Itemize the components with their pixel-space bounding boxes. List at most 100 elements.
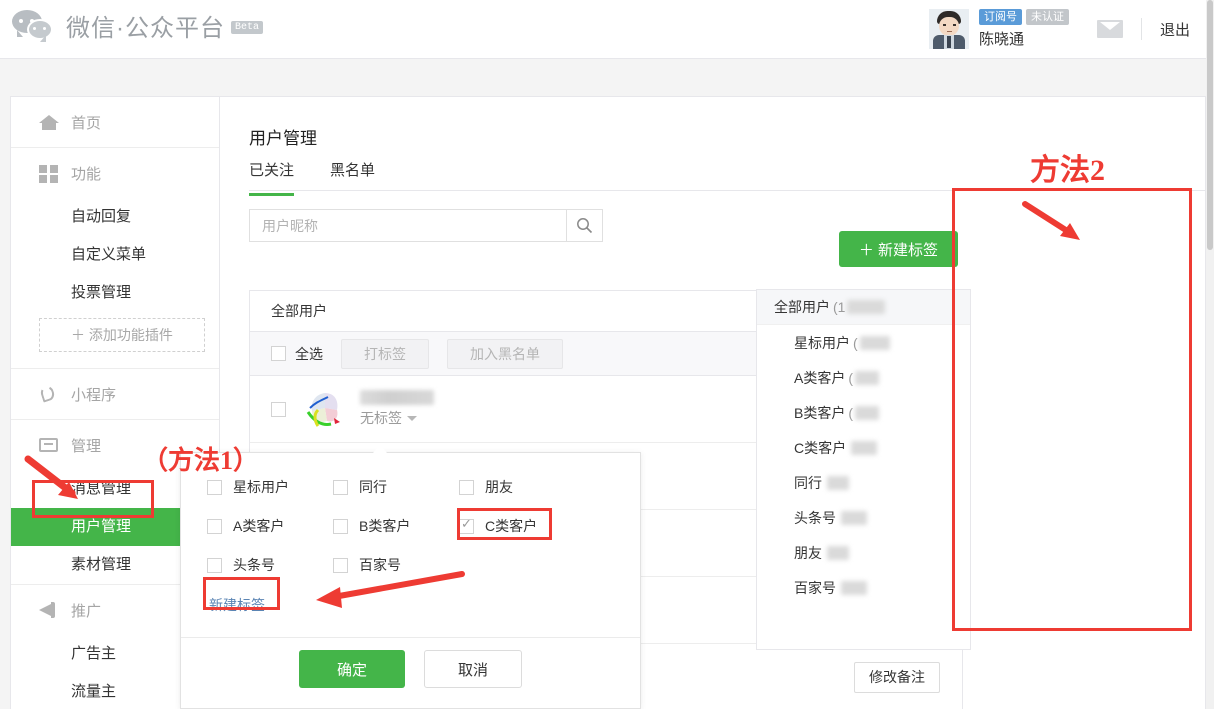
tag-list-label: A类客户	[794, 369, 846, 386]
tag-list-count	[839, 510, 867, 525]
row-username-redacted	[360, 390, 434, 405]
tag-checkbox-star-user[interactable]: 星标用户	[207, 477, 333, 497]
checkbox[interactable]	[333, 479, 348, 495]
add-blacklist-button[interactable]: 加入黑名单	[447, 338, 563, 369]
tag-checkbox-c-customer[interactable]: C类客户	[459, 516, 585, 536]
new-tag-button[interactable]: ＋ 新建标签	[838, 231, 958, 267]
tab-underline	[249, 190, 1205, 191]
count-redacted	[827, 545, 849, 560]
search-button[interactable]	[566, 210, 602, 241]
tag-list-count: (	[853, 335, 890, 351]
checkbox[interactable]	[207, 479, 222, 495]
search-box	[249, 209, 603, 242]
tag-list-item[interactable]: C类客户	[757, 430, 970, 465]
checkbox[interactable]	[207, 518, 222, 534]
checkbox[interactable]	[333, 557, 348, 573]
verify-status-badge: 未认证	[1025, 9, 1069, 25]
tag-list-count: (	[848, 370, 880, 386]
cancel-button[interactable]: 取消	[424, 650, 522, 688]
row-user-info: 无标签	[360, 390, 434, 428]
tag-checkbox-label: B类客户	[359, 518, 411, 534]
count-redacted	[851, 440, 878, 455]
tag-checkbox-label: A类客户	[233, 518, 285, 534]
megaphone-icon	[39, 600, 59, 620]
tag-list-item[interactable]: 星标用户 (	[757, 325, 970, 360]
tag-checkbox-label: 同行	[359, 479, 387, 495]
tag-list-item[interactable]: A类客户 (	[757, 360, 970, 395]
page-scrollbar[interactable]	[1206, 0, 1214, 709]
tag-list-item[interactable]: 朋友	[757, 535, 970, 570]
row-tag-dropdown[interactable]: 无标签	[360, 408, 434, 428]
tag-list-item[interactable]: 同行	[757, 465, 970, 500]
checkbox[interactable]	[333, 518, 348, 534]
tag-list-label: 星标用户	[794, 334, 850, 351]
sidebar-item-custom-menu[interactable]: 自定义菜单	[11, 236, 219, 274]
checkbox[interactable]	[459, 516, 474, 534]
tag-checkbox-b-customer[interactable]: B类客户	[333, 516, 459, 536]
checkbox[interactable]	[207, 557, 222, 573]
beta-badge: Beta	[231, 21, 264, 34]
popup-caret	[373, 445, 387, 453]
sidebar-item-vote-management[interactable]: 投票管理	[11, 274, 219, 312]
select-all-checkbox[interactable]	[271, 346, 286, 361]
mail-button[interactable]	[1096, 20, 1123, 38]
brand-logo-area: 微信·公众平台 Beta	[12, 10, 264, 44]
tag-button[interactable]: 打标签	[341, 338, 429, 369]
tag-checkbox-toutiao[interactable]: 头条号	[207, 555, 333, 575]
add-plugin-button[interactable]: ＋ 添加功能插件	[39, 318, 205, 352]
tag-list-label: 同行	[794, 474, 822, 491]
count-redacted	[847, 300, 886, 314]
tag-checkbox-label: 星标用户	[233, 479, 289, 495]
header-divider	[1140, 18, 1142, 40]
tag-checkbox-a-customer[interactable]: A类客户	[207, 516, 333, 536]
sidebar-label-home: 首页	[71, 114, 102, 132]
tag-sidebar-panel: ＋ 新建标签 全部用户 (1 星标用户 ( A类客户 ( B类客户 (C类客户…	[743, 96, 986, 709]
tag-list-count	[825, 545, 849, 560]
tag-checkbox-peer[interactable]: 同行	[333, 477, 459, 497]
scrollbar-thumb[interactable]	[1207, 0, 1213, 250]
sidebar-group-function: 功能	[11, 148, 219, 198]
logout-link[interactable]: 退出	[1160, 19, 1190, 40]
app-header: 微信·公众平台 Beta 订阅号 未认证 陈晓通 退出	[0, 0, 1206, 59]
count-redacted	[841, 580, 867, 595]
grid-icon	[39, 163, 59, 183]
new-tag-link[interactable]: 新建标签	[209, 595, 265, 615]
sidebar-item-miniprogram[interactable]: 小程序	[11, 369, 219, 419]
tag-list-label: B类客户	[794, 404, 846, 421]
account-type-badge: 订阅号	[978, 9, 1022, 25]
miniprogram-icon	[39, 384, 59, 404]
avatar[interactable]	[928, 9, 969, 49]
tag-list-item[interactable]: 头条号	[757, 500, 970, 535]
sidebar-label-function: 功能	[71, 165, 102, 183]
tag-checkbox-baijiahao[interactable]: 百家号	[333, 555, 459, 575]
checkbox[interactable]	[459, 479, 474, 495]
home-icon	[39, 112, 59, 132]
search-icon	[577, 218, 593, 234]
sidebar-label-miniprogram: 小程序	[71, 386, 117, 404]
search-input[interactable]	[250, 210, 566, 241]
row-checkbox[interactable]	[271, 401, 286, 417]
tag-list-count	[839, 580, 867, 595]
account-info: 订阅号 未认证 陈晓通	[978, 9, 1069, 49]
nav-group-function: 功能 自动回复 自定义菜单 投票管理 ＋ 添加功能插件	[11, 148, 219, 369]
sidebar-item-home[interactable]: 首页	[11, 97, 219, 147]
popup-footer: 确定 取消	[181, 637, 640, 708]
tag-checkbox-friend[interactable]: 朋友	[459, 477, 585, 497]
tag-checkbox-label: 百家号	[359, 557, 401, 573]
chevron-down-icon	[407, 416, 417, 421]
sidebar-item-auto-reply[interactable]: 自动回复	[11, 198, 219, 236]
count-redacted	[855, 405, 880, 420]
tag-list-item[interactable]: B类客户 (	[757, 395, 970, 430]
tag-list-item[interactable]: 百家号	[757, 570, 970, 605]
tag-checkbox-grid: 星标用户 同行 朋友 A类客户 B类客户 C类客户 头条号 百家号	[181, 453, 640, 575]
count-redacted	[827, 475, 849, 490]
confirm-button[interactable]: 确定	[299, 650, 405, 688]
tag-list-count	[849, 440, 878, 455]
tag-checkbox-label: 头条号	[233, 557, 275, 573]
sidebar-label-promotion: 推广	[71, 602, 102, 620]
tag-list-label: 百家号	[794, 579, 836, 596]
nav-group-miniprogram: 小程序	[11, 369, 219, 420]
brand-title: 微信·公众平台	[66, 15, 225, 42]
inbox-icon	[39, 435, 59, 455]
tag-list-item-all[interactable]: 全部用户 (1	[757, 290, 970, 325]
